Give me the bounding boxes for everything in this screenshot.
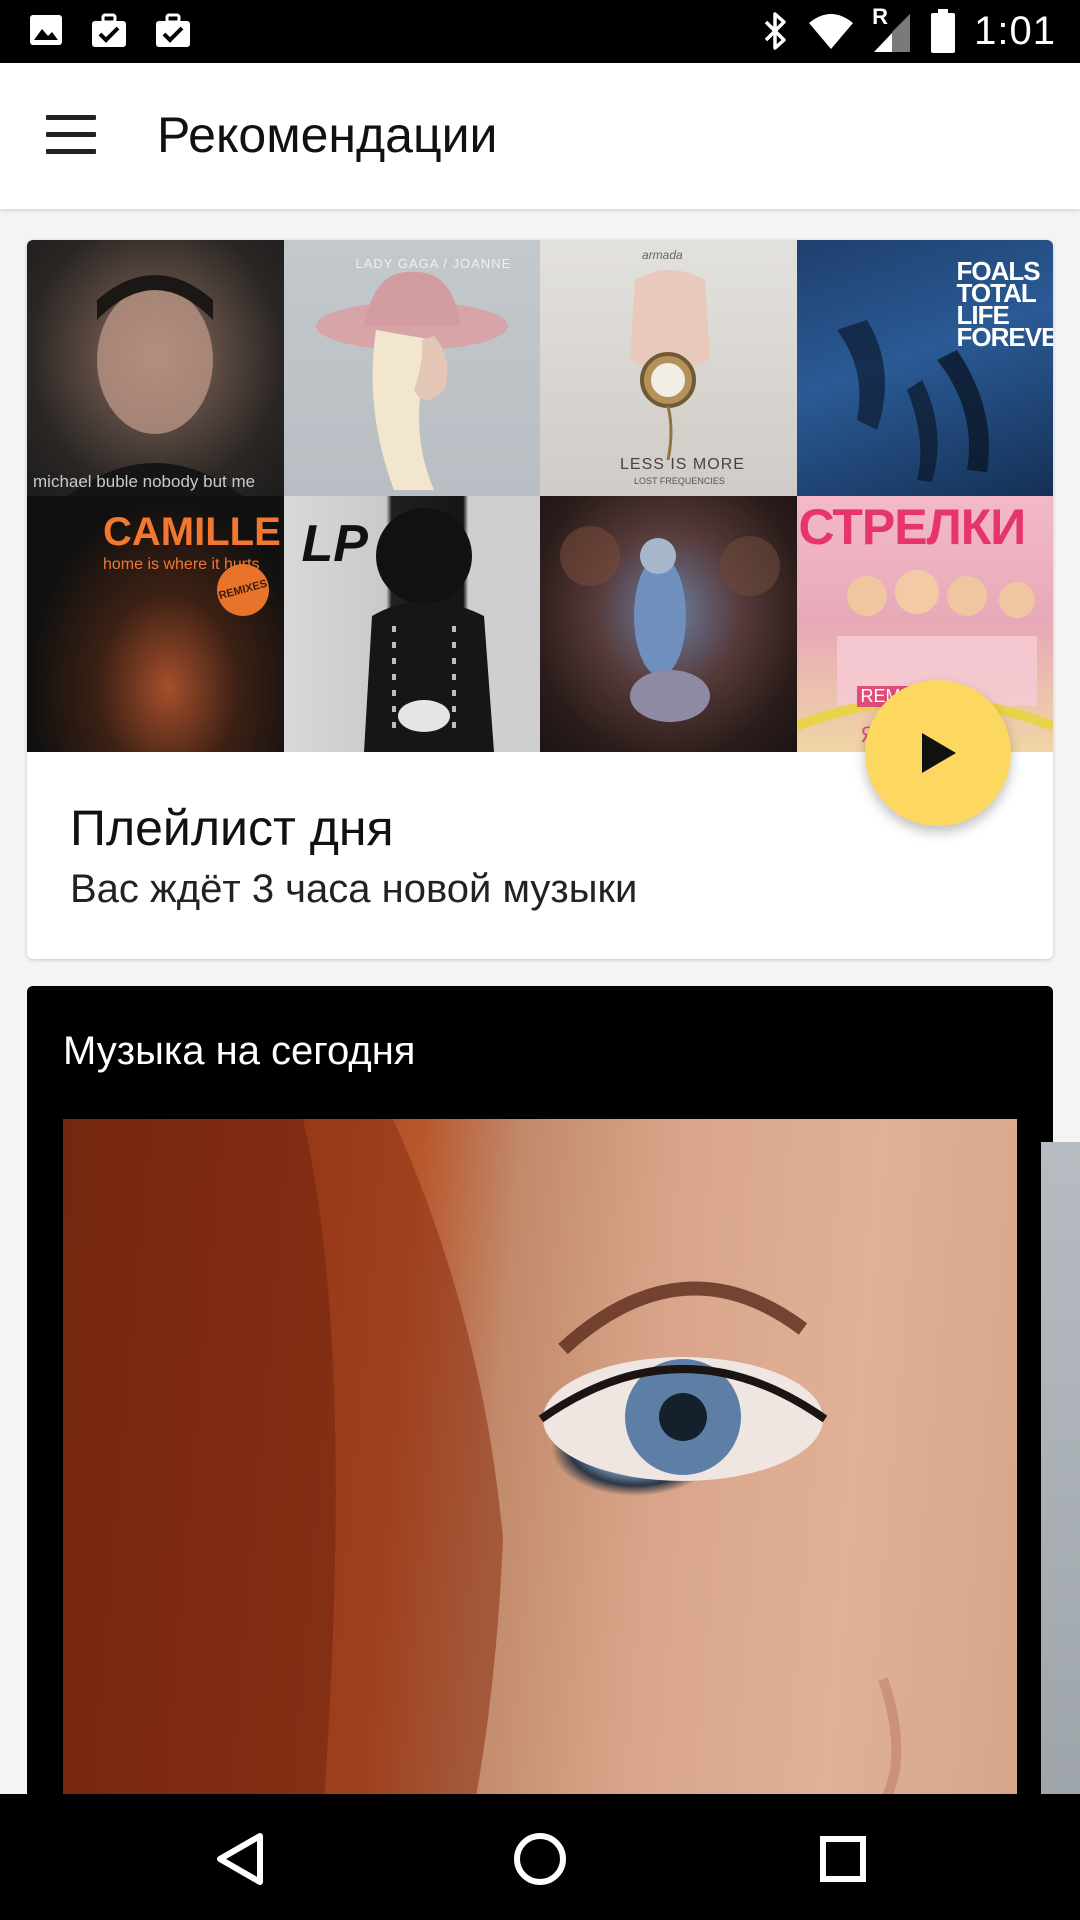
signal-roaming-icon: R — [872, 4, 912, 54]
image-icon — [30, 15, 62, 45]
wifi-icon — [809, 14, 854, 49]
page-title: Рекомендации — [157, 107, 498, 163]
playlist-of-the-day-card[interactable]: michael buble nobody but me LADY GAGA / … — [27, 240, 1053, 959]
album-cover: LP — [283, 496, 540, 752]
battery-icon — [931, 9, 956, 53]
recents-square-icon[interactable] — [808, 1824, 878, 1894]
system-navigation-bar — [0, 1794, 1080, 1920]
bluetooth-icon — [764, 12, 786, 50]
briefcase-check-icon — [92, 13, 126, 47]
briefcase-check-icon — [156, 13, 190, 47]
screen: R 1:01 Рекомендации michael buble nobody… — [0, 0, 1080, 1920]
status-bar: R 1:01 — [0, 0, 1080, 63]
music-for-today-card[interactable]: Музыка на сегодня — [27, 986, 1053, 1920]
album-cover-text: FOALS TOTAL LIFE FOREVER — [956, 256, 1054, 352]
album-cover-subtext: LOST FREQUENCIES — [634, 476, 725, 486]
album-cover: CAMILLE home is where it hurts REMIXES — [27, 496, 284, 752]
album-cover: LADY GAGA / JOANNE — [283, 240, 540, 496]
album-cover-text: LESS IS MORE — [620, 456, 745, 473]
playlist-subtitle: Вас ждёт 3 часа новой музыки — [70, 867, 638, 911]
album-cover-grid: michael buble nobody but me LADY GAGA / … — [27, 240, 1053, 752]
album-cover: michael buble nobody but me — [27, 240, 284, 496]
album-cover: armada LESS IS MORE LOST FREQUENCIES — [540, 240, 797, 496]
album-cover — [540, 496, 797, 752]
status-time: 1:01 — [974, 9, 1056, 53]
album-cover-text: LP — [301, 515, 368, 573]
album-cover-text: michael buble nobody but me — [33, 472, 256, 491]
album-cover: FOALS TOTAL LIFE FOREVER — [796, 240, 1054, 496]
play-button[interactable] — [865, 680, 1011, 826]
playlist-title: Плейлист дня — [70, 800, 394, 856]
roaming-label: R — [872, 4, 889, 29]
play-icon — [922, 733, 956, 773]
hamburger-menu-icon[interactable] — [46, 115, 98, 155]
music-for-today-title: Музыка на сегодня — [63, 1029, 416, 1073]
back-triangle-icon[interactable] — [206, 1824, 276, 1894]
app-bar: Рекомендации — [0, 63, 1080, 209]
album-cover-text: CAMILLE — [103, 510, 281, 554]
home-circle-icon[interactable] — [505, 1824, 575, 1894]
